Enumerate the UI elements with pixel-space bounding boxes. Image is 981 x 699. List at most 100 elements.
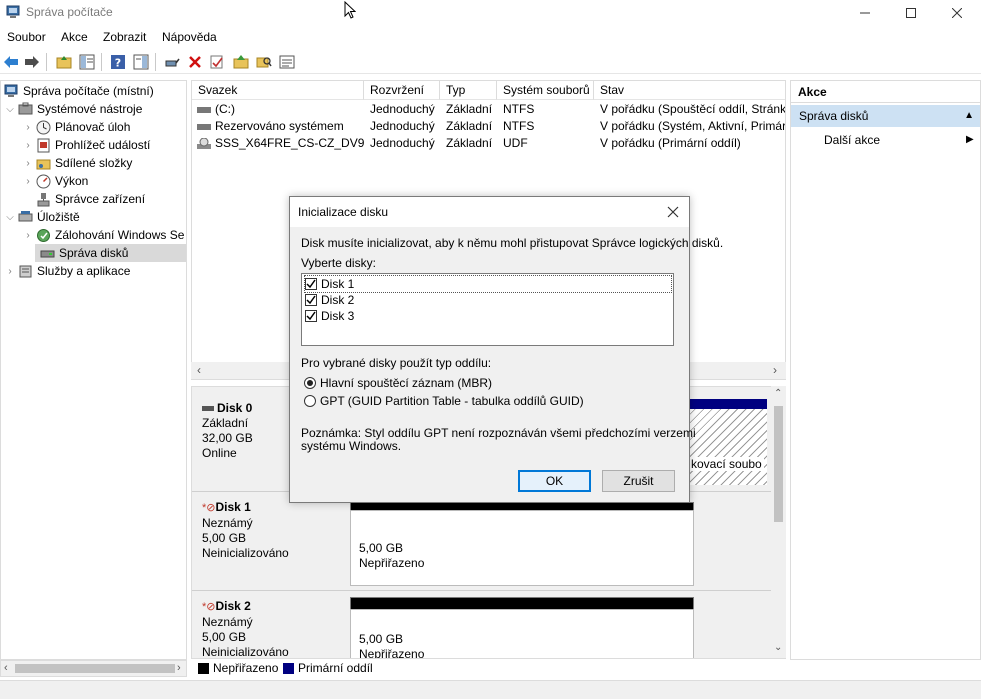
column-volume[interactable]: Svazek	[192, 81, 364, 100]
disk-checkbox-row[interactable]: Disk 2	[305, 292, 354, 308]
menu-view[interactable]: Zobrazit	[103, 30, 146, 44]
cancel-button[interactable]: Zrušit	[602, 470, 675, 492]
dialog-close-button[interactable]	[665, 204, 681, 220]
chevron-right-icon[interactable]: ›	[21, 230, 35, 241]
disk-2-unallocated[interactable]: 5,00 GB Nepřiřazeno	[350, 597, 694, 659]
disk-type: Základní	[202, 416, 249, 430]
disk-1-unallocated[interactable]: 5,00 GB Nepřiřazeno	[350, 502, 694, 586]
chevron-right-icon[interactable]: ›	[3, 266, 17, 277]
disk-checkbox-row[interactable]: Disk 1	[304, 275, 672, 293]
gpt-radio-option[interactable]: GPT (GUID Partition Table - tabulka oddí…	[304, 393, 584, 409]
help-button[interactable]: ?	[108, 52, 128, 72]
search-button[interactable]	[254, 52, 274, 72]
navigation-tree: Správa počítače (místní) ⌵ Systémové nás…	[0, 80, 187, 660]
legend-primary-swatch	[283, 663, 294, 674]
maximize-button[interactable]	[888, 0, 934, 26]
minimize-button[interactable]	[842, 0, 888, 26]
column-layout[interactable]: Rozvržení	[364, 81, 440, 100]
column-filesystem[interactable]: Systém souborů	[497, 81, 594, 100]
chevron-right-icon[interactable]: ›	[21, 176, 35, 187]
disk-vertical-scrollbar[interactable]: ⌃ ⌄	[771, 386, 786, 660]
show-hide-tree-button[interactable]	[77, 52, 97, 72]
list-view-button[interactable]	[277, 52, 297, 72]
disk-select-list[interactable]: Disk 1 Disk 2 Disk 3	[301, 273, 674, 346]
scroll-left-icon[interactable]: ‹	[4, 662, 8, 674]
disk-checkbox-row[interactable]: Disk 3	[305, 308, 354, 324]
title-bar: Správa počítače	[0, 0, 981, 26]
actions-section-label: Správa disků	[799, 109, 869, 123]
more-actions-item[interactable]: Další akce	[824, 131, 880, 149]
device-manager-icon	[35, 191, 51, 207]
chevron-down-icon[interactable]: ⌵	[3, 104, 17, 115]
chevron-right-icon[interactable]: ›	[21, 140, 35, 151]
volume-drive-icon	[197, 123, 211, 130]
back-arrow-icon	[4, 56, 18, 68]
chevron-down-icon[interactable]: ⌵	[3, 212, 17, 223]
tree-item-system-tools[interactable]: ⌵ Systémové nástroje	[3, 100, 142, 118]
properties-pane-button[interactable]	[131, 52, 151, 72]
gpt-radio[interactable]	[304, 395, 316, 407]
table-row[interactable]: Rezervováno systémem	[197, 118, 364, 135]
scroll-left-icon[interactable]: ‹	[197, 363, 201, 377]
menu-action[interactable]: Akce	[61, 30, 88, 44]
tree-horizontal-scrollbar[interactable]: ‹ ›	[0, 660, 187, 677]
toolbar-separator	[46, 53, 47, 71]
column-type[interactable]: Typ	[440, 81, 497, 100]
tree-item-shared-folders[interactable]: › Sdílené složky	[21, 154, 132, 172]
table-row[interactable]: (C:)	[197, 101, 364, 118]
menu-help[interactable]: Nápověda	[162, 30, 217, 44]
scroll-right-icon[interactable]: ›	[773, 363, 777, 377]
scroll-down-icon[interactable]: ⌄	[774, 642, 782, 653]
ok-button[interactable]: OK	[518, 470, 591, 492]
tree-item-label: Zálohování Windows Se	[55, 228, 185, 242]
mbr-radio[interactable]	[304, 377, 316, 389]
chevron-right-icon[interactable]: ›	[21, 122, 35, 133]
disk-1-info[interactable]: *⊘Disk 1 Neznámý 5,00 GB Neinicializován…	[202, 500, 289, 561]
scrollbar-thumb[interactable]	[15, 664, 175, 673]
close-button[interactable]	[934, 0, 980, 26]
folder-up-button[interactable]	[231, 52, 251, 72]
scroll-up-icon[interactable]: ⌃	[774, 388, 782, 399]
volume-filesystem: NTFS	[503, 119, 535, 133]
mbr-radio-option[interactable]: Hlavní spouštěcí záznam (MBR)	[304, 375, 492, 391]
volume-name: (C:)	[215, 102, 235, 116]
scroll-right-icon[interactable]: ›	[177, 662, 181, 674]
chevron-right-icon[interactable]: ›	[21, 158, 35, 169]
delete-button[interactable]	[185, 52, 205, 72]
tree-item-event-viewer[interactable]: › Prohlížeč událostí	[21, 136, 150, 154]
volume-filesystem: UDF	[503, 136, 528, 150]
table-row[interactable]: SSS_X64FRE_CS-CZ_DV9 (D:)	[197, 135, 364, 152]
actions-section-disk-management[interactable]: Správa disků ▲	[791, 105, 980, 127]
tree-root[interactable]: Správa počítače (místní)	[3, 82, 154, 100]
disk-unknown-icon: *⊘	[202, 601, 216, 613]
menu-file[interactable]: Soubor	[7, 30, 46, 44]
column-status[interactable]: Stav	[594, 81, 785, 100]
tree-item-services-apps[interactable]: › Služby a aplikace	[3, 262, 130, 280]
volume-type: Základní	[446, 136, 493, 150]
volume-status: V pořádku (Systém, Aktivní, Primár	[600, 119, 786, 133]
submenu-arrow-icon[interactable]: ▶	[966, 134, 974, 145]
disk-0-partition[interactable]: kovací soubo	[689, 399, 767, 485]
checkmark-icon	[306, 295, 316, 305]
collapse-up-icon[interactable]: ▲	[964, 105, 974, 127]
check-button[interactable]	[207, 52, 227, 72]
tree-item-label: Správa disků	[59, 246, 129, 260]
performance-icon	[35, 173, 51, 189]
back-button[interactable]	[1, 52, 21, 72]
tree-item-device-manager[interactable]: Správce zařízení	[21, 190, 145, 208]
tree-item-storage[interactable]: ⌵ Úložiště	[3, 208, 79, 226]
disk-checkbox[interactable]	[305, 294, 317, 306]
forward-button[interactable]	[22, 52, 42, 72]
tree-item-performance[interactable]: › Výkon	[21, 172, 88, 190]
tree-item-task-scheduler[interactable]: › Plánovač úloh	[21, 118, 130, 136]
tree-item-windows-backup[interactable]: › Zálohování Windows Se	[21, 226, 184, 244]
disk-0-info[interactable]: Disk 0 Základní 32,00 GB Online	[202, 401, 253, 461]
scrollbar-thumb[interactable]	[774, 406, 783, 522]
disk-checkbox[interactable]	[305, 310, 317, 322]
tree-item-disk-management[interactable]: Správa disků	[35, 244, 186, 262]
disk-2-info[interactable]: *⊘Disk 2 Neznámý 5,00 GB Neinicializován…	[202, 599, 289, 659]
partition-size: 5,00 GB	[359, 541, 404, 555]
disk-checkbox[interactable]	[305, 278, 317, 290]
up-level-button[interactable]	[54, 52, 74, 72]
connect-button[interactable]	[162, 52, 182, 72]
